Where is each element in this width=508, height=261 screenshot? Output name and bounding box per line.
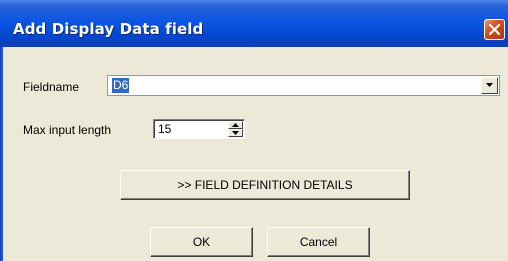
chevron-down-icon: [486, 83, 493, 87]
max-input-length-label: Max input length: [23, 123, 112, 137]
max-input-length-stepper[interactable]: 15: [153, 119, 245, 139]
cancel-button[interactable]: Cancel: [267, 227, 370, 257]
close-button[interactable]: [484, 19, 505, 40]
spin-up-button[interactable]: [228, 121, 243, 129]
spin-down-button[interactable]: [228, 129, 243, 137]
title-bar[interactable]: Add Display Data field: [0, 0, 508, 47]
fieldname-combobox[interactable]: D6: [107, 75, 500, 96]
fieldname-dropdown-button[interactable]: [481, 77, 498, 94]
fieldname-value[interactable]: D6: [112, 78, 130, 93]
field-definition-details-button[interactable]: >> FIELD DEFINITION DETAILS: [120, 170, 410, 200]
spin-up-icon: [232, 123, 239, 127]
spin-down-icon: [232, 131, 239, 135]
dialog-window: Add Display Data field Fieldname D6 Max …: [0, 0, 508, 261]
window-title: Add Display Data field: [13, 20, 204, 38]
ok-button[interactable]: OK: [150, 227, 253, 257]
close-icon: [488, 23, 501, 36]
fieldname-label: Fieldname: [23, 80, 80, 94]
window-border: [0, 47, 3, 261]
max-input-length-value[interactable]: 15: [158, 122, 171, 136]
